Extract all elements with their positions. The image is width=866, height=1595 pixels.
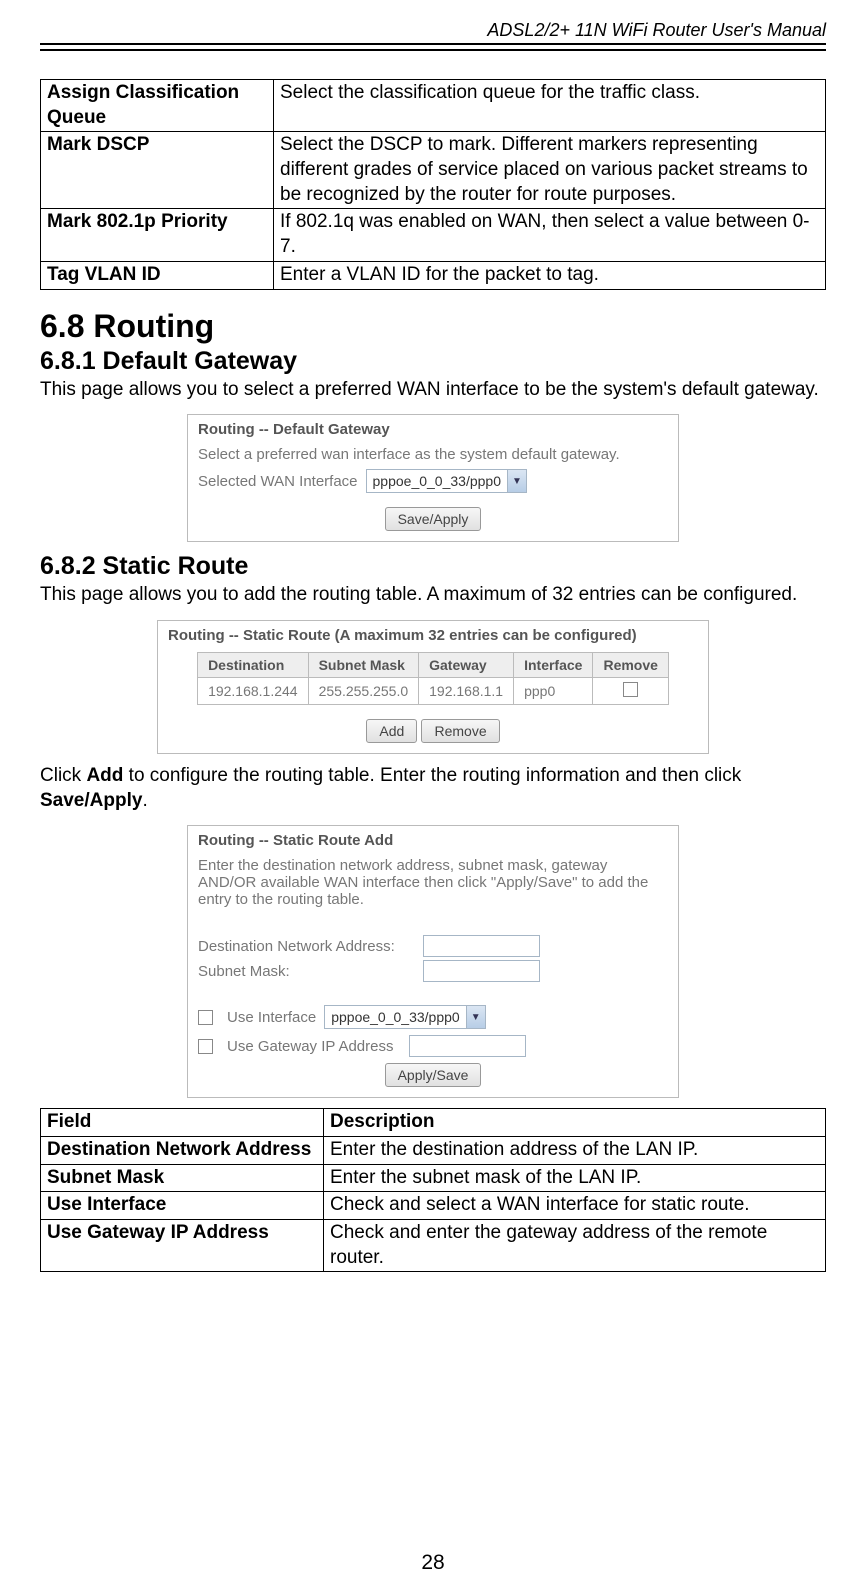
use-interface-select[interactable]: pppoe_0_0_33/ppp0 ▼ [324, 1005, 485, 1029]
panel-title: Routing -- Default Gateway [198, 421, 668, 438]
select-value: pppoe_0_0_33/ppp0 [331, 1009, 459, 1025]
col-header: Gateway [419, 652, 514, 677]
section-heading-6-8-2: 6.8.2 Static Route [40, 552, 826, 581]
static-route-panel: Routing -- Static Route (A maximum 32 en… [157, 620, 709, 754]
panel-title: Routing -- Static Route (A maximum 32 en… [168, 627, 698, 644]
col-header: Field [41, 1109, 324, 1137]
cell-desc: Enter the subnet mask of the LAN IP. [324, 1164, 826, 1192]
header-rule [40, 49, 826, 51]
col-header: Subnet Mask [308, 652, 419, 677]
wan-interface-select[interactable]: pppoe_0_0_33/ppp0 ▼ [366, 469, 527, 493]
use-interface-checkbox[interactable] [198, 1010, 213, 1025]
table-row: Use Gateway IP Address Check and enter t… [41, 1220, 826, 1272]
cell-label: Mark 802.1p Priority [41, 209, 274, 261]
cell-label: Assign Classification Queue [41, 80, 274, 132]
cell: 255.255.255.0 [308, 677, 419, 704]
cell-desc: Enter a VLAN ID for the packet to tag. [274, 261, 826, 289]
cell-label: Tag VLAN ID [41, 261, 274, 289]
cell-label: Subnet Mask [41, 1164, 324, 1192]
section-heading-6-8-1: 6.8.1 Default Gateway [40, 347, 826, 376]
col-header: Description [324, 1109, 826, 1137]
chevron-down-icon: ▼ [466, 1006, 485, 1028]
table-row: Assign Classification Queue Select the c… [41, 80, 826, 132]
static-route-add-panel: Routing -- Static Route Add Enter the de… [187, 825, 679, 1098]
selected-wan-label: Selected WAN Interface [198, 473, 358, 490]
doc-header: ADSL2/2+ 11N WiFi Router User's Manual [40, 20, 826, 45]
body-text: This page allows you to add the routing … [40, 583, 826, 608]
static-route-field-table: Field Description Destination Network Ad… [40, 1108, 826, 1272]
cell-desc: Enter the destination address of the LAN… [324, 1136, 826, 1164]
table-row: Destination Network Address Enter the de… [41, 1136, 826, 1164]
table-row: Mark 802.1p Priority If 802.1q was enabl… [41, 209, 826, 261]
table-row: Subnet Mask Enter the subnet mask of the… [41, 1164, 826, 1192]
col-header: Remove [593, 652, 668, 677]
apply-save-button[interactable]: Apply/Save [385, 1063, 482, 1087]
subnet-mask-input[interactable] [423, 960, 540, 982]
table-row: Mark DSCP Select the DSCP to mark. Diffe… [41, 132, 826, 209]
panel-text: Select a preferred wan interface as the … [198, 446, 668, 463]
cell-label: Mark DSCP [41, 132, 274, 209]
cell: 192.168.1.1 [419, 677, 514, 704]
panel-text: Enter the destination network address, s… [198, 857, 668, 908]
use-gateway-checkbox[interactable] [198, 1039, 213, 1054]
cell: 192.168.1.244 [198, 677, 309, 704]
cell-desc: Select the DSCP to mark. Different marke… [274, 132, 826, 209]
cell-label: Use Interface [41, 1192, 324, 1220]
subnet-mask-label: Subnet Mask: [198, 963, 423, 980]
static-route-table: Destination Subnet Mask Gateway Interfac… [197, 652, 669, 705]
use-gateway-label: Use Gateway IP Address [227, 1038, 393, 1055]
select-value: pppoe_0_0_33/ppp0 [373, 473, 501, 489]
remove-cell [593, 677, 668, 704]
table-row: Field Description [41, 1109, 826, 1137]
col-header: Interface [514, 652, 593, 677]
classification-table: Assign Classification Queue Select the c… [40, 79, 826, 290]
body-text: This page allows you to select a preferr… [40, 378, 826, 403]
add-button[interactable]: Add [366, 719, 417, 743]
chevron-down-icon: ▼ [507, 470, 526, 492]
table-row: Use Interface Check and select a WAN int… [41, 1192, 826, 1220]
remove-button[interactable]: Remove [421, 719, 499, 743]
cell-desc: Check and select a WAN interface for sta… [324, 1192, 826, 1220]
section-heading-6-8: 6.8 Routing [40, 308, 826, 345]
panel-title: Routing -- Static Route Add [198, 832, 668, 849]
gateway-ip-input[interactable] [409, 1035, 526, 1057]
page-number: 28 [0, 1551, 866, 1575]
cell-label: Use Gateway IP Address [41, 1220, 324, 1272]
cell-desc: Check and enter the gateway address of t… [324, 1220, 826, 1272]
use-interface-label: Use Interface [227, 1009, 316, 1026]
remove-checkbox[interactable] [623, 682, 638, 697]
default-gateway-panel: Routing -- Default Gateway Select a pref… [187, 414, 679, 542]
instruction-text: Click Add to configure the routing table… [40, 764, 826, 813]
cell-desc: Select the classification queue for the … [274, 80, 826, 132]
dest-network-input[interactable] [423, 935, 540, 957]
col-header: Destination [198, 652, 309, 677]
cell-label: Destination Network Address [41, 1136, 324, 1164]
table-row: 192.168.1.244 255.255.255.0 192.168.1.1 … [198, 677, 669, 704]
dest-network-label: Destination Network Address: [198, 938, 423, 955]
save-apply-button[interactable]: Save/Apply [385, 507, 482, 531]
cell-desc: If 802.1q was enabled on WAN, then selec… [274, 209, 826, 261]
table-row: Tag VLAN ID Enter a VLAN ID for the pack… [41, 261, 826, 289]
cell: ppp0 [514, 677, 593, 704]
